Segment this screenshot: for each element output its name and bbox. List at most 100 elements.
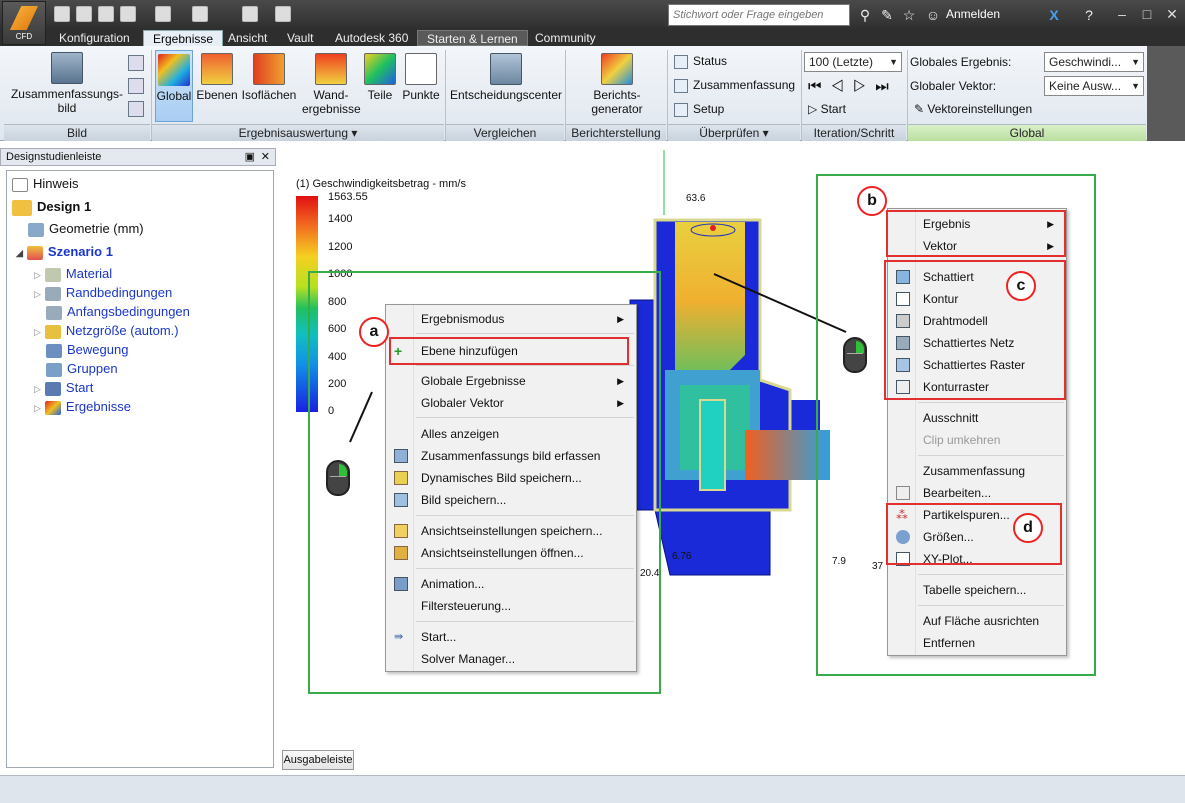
points-button[interactable]: Punkte	[400, 53, 442, 102]
tree-item-start[interactable]: ▷ Start	[34, 378, 93, 397]
select-icon[interactable]	[155, 6, 171, 22]
iteration-start-button[interactable]: ▷ Start	[808, 99, 846, 119]
tab-starten-lernen[interactable]: Starten & Lernen	[417, 30, 528, 46]
menu-item-solver-manager[interactable]: Solver Manager...	[386, 648, 636, 670]
window-icon[interactable]	[242, 6, 258, 22]
image-small-icon[interactable]	[128, 55, 144, 71]
menu-item-ansicht-oeffnen[interactable]: Ansichtseinstellungen öffnen...	[386, 542, 636, 564]
tab-ansicht[interactable]: Ansicht	[219, 30, 276, 46]
help-icon[interactable]: ?	[1080, 6, 1098, 24]
menu-divider	[918, 605, 1064, 606]
menu-item-globaler-vektor[interactable]: Globaler Vektor ▶	[386, 392, 636, 414]
menu-item-zusammenfassung[interactable]: Zusammenfassung	[888, 460, 1066, 482]
menu-item-dynamisches-bild[interactable]: Dynamisches Bild speichern...	[386, 467, 636, 489]
menu-item-filtersteuerung[interactable]: Filtersteuerung...	[386, 595, 636, 617]
menu-item-auf-flaeche-ausrichten[interactable]: Auf Fläche ausrichten	[888, 610, 1066, 632]
image-save-icon[interactable]	[128, 78, 144, 94]
menu-item-animation[interactable]: Animation...	[386, 573, 636, 595]
menu-item-alles-anzeigen[interactable]: Alles anzeigen	[386, 423, 636, 445]
tree-item-randbedingungen[interactable]: ▷ Randbedingungen	[34, 283, 172, 302]
collapse-icon[interactable]: ◢	[16, 248, 23, 258]
application-menu-button[interactable]: CFD	[2, 1, 46, 45]
output-bar-button[interactable]: Ausgabeleiste	[282, 750, 354, 770]
global-vector-select[interactable]: Keine Ausw... ▼	[1044, 76, 1144, 96]
report-generator-label: Berichts- generator	[591, 88, 643, 116]
menu-item-entfernen[interactable]: Entfernen	[888, 632, 1066, 654]
save-icon[interactable]	[98, 6, 114, 22]
tree-label: Anfangsbedingungen	[67, 304, 190, 319]
exchange-icon[interactable]: X	[1045, 6, 1063, 24]
menu-item-ausschnitt[interactable]: Ausschnitt	[888, 407, 1066, 429]
tree-item-design[interactable]: Design 1	[12, 197, 91, 216]
close-icon[interactable]: ✕	[261, 149, 270, 166]
menu-item-bearbeiten[interactable]: Bearbeiten...	[888, 482, 1066, 504]
tree-label: Start	[65, 380, 94, 395]
image-settings-icon[interactable]	[128, 101, 144, 117]
tree-item-geometrie[interactable]: Geometrie (mm)	[28, 219, 144, 238]
tab-autodesk-360[interactable]: Autodesk 360	[326, 30, 417, 46]
expand-icon[interactable]: ▷	[34, 403, 41, 413]
menu-item-bild-speichern[interactable]: Bild speichern...	[386, 489, 636, 511]
report-generator-button[interactable]: Berichts- generator	[572, 53, 662, 116]
tree-item-gruppen[interactable]: Gruppen	[46, 359, 118, 378]
material-icon	[44, 267, 61, 282]
summary-button[interactable]: Zusammenfassung	[674, 75, 795, 95]
expand-icon[interactable]: ▷	[34, 327, 41, 337]
expand-icon[interactable]: ▷	[34, 289, 41, 299]
tree-item-material[interactable]: ▷ Material	[34, 264, 112, 283]
tree-item-bewegung[interactable]: Bewegung	[46, 340, 128, 359]
parts-button[interactable]: Teile	[363, 53, 397, 102]
expand-icon[interactable]: ▷	[34, 384, 41, 394]
group-title-berichterstellung: Berichterstellung	[566, 124, 666, 141]
menu-item-start[interactable]: ⇛ Start...	[386, 626, 636, 648]
dock-icon[interactable]: ▣	[245, 149, 255, 166]
decision-center-button[interactable]: Entscheidungscenter	[448, 53, 564, 102]
tree-item-anfangsbedingungen[interactable]: Anfangsbedingungen	[46, 302, 190, 321]
tab-ergebnisse[interactable]: Ergebnisse	[143, 30, 224, 47]
star-icon[interactable]: ☆	[900, 6, 918, 24]
export-icon[interactable]	[275, 6, 291, 22]
planes-button[interactable]: Ebenen	[196, 53, 238, 102]
open-file-icon[interactable]	[76, 6, 92, 22]
expand-icon[interactable]: ▷	[34, 270, 41, 280]
tree-label: Ergebnisse	[65, 399, 131, 414]
setup-label: Setup	[693, 102, 725, 116]
group-title-global: Global	[908, 124, 1146, 141]
wall-results-button[interactable]: Wand- ergebnisse	[302, 53, 361, 116]
menu-item-ergebnismodus[interactable]: Ergebnismodus ▶	[386, 308, 636, 330]
iteration-select[interactable]: 100 (Letzte) ▼	[804, 52, 902, 72]
setup-button[interactable]: Setup	[674, 99, 724, 119]
summary-image-button[interactable]: Zusammenfassungs- bild	[8, 52, 126, 115]
tab-community[interactable]: Community	[526, 30, 605, 46]
isosurfaces-button[interactable]: Isoflächen	[240, 53, 298, 102]
save-image-icon	[394, 493, 408, 507]
global-button[interactable]: Global	[155, 50, 193, 122]
wrench-icon[interactable]: ✎	[878, 6, 896, 24]
tab-vault[interactable]: Vault	[278, 30, 322, 46]
tree-item-hinweis[interactable]: Hinweis	[12, 174, 79, 193]
menu-item-tabelle-speichern[interactable]: Tabelle speichern...	[888, 579, 1066, 601]
vector-settings-button[interactable]: ✎ Vektoreinstellungen	[914, 99, 1032, 119]
view-cube-icon[interactable]	[192, 6, 208, 22]
menu-item-ansicht-speichern[interactable]: Ansichtseinstellungen speichern...	[386, 520, 636, 542]
minimize-button[interactable]: –	[1110, 4, 1134, 24]
tree-item-szenario[interactable]: ◢ Szenario 1	[16, 242, 113, 261]
group-title-ergebnisauswertung[interactable]: Ergebnisauswertung ▾	[152, 124, 444, 141]
menu-item-zusammenfassungsbild[interactable]: Zusammenfassungs bild erfassen	[386, 445, 636, 467]
tree-item-netzgroesse[interactable]: ▷ Netzgröße (autom.)	[34, 321, 179, 340]
tab-konfiguration[interactable]: Konfiguration	[50, 30, 139, 46]
tree-item-ergebnisse[interactable]: ▷ Ergebnisse	[34, 397, 131, 416]
status-button[interactable]: Status	[674, 51, 727, 71]
login-button[interactable]: Anmelden	[946, 7, 1000, 21]
iteration-nav-buttons[interactable]: ⏮◁▷⏭	[808, 78, 898, 95]
new-file-icon[interactable]	[54, 6, 70, 22]
menu-divider	[416, 568, 634, 569]
binoculars-icon[interactable]: ⚲	[856, 6, 874, 24]
search-input[interactable]	[668, 4, 850, 26]
group-title-ueberpruefen[interactable]: Überprüfen ▾	[668, 124, 800, 141]
menu-item-globale-ergebnisse[interactable]: Globale Ergebnisse ▶	[386, 370, 636, 392]
global-result-select[interactable]: Geschwindi... ▼	[1044, 52, 1144, 72]
save-as-icon[interactable]	[120, 6, 136, 22]
close-button[interactable]: ✕	[1160, 4, 1184, 24]
maximize-button[interactable]: □	[1135, 4, 1159, 24]
